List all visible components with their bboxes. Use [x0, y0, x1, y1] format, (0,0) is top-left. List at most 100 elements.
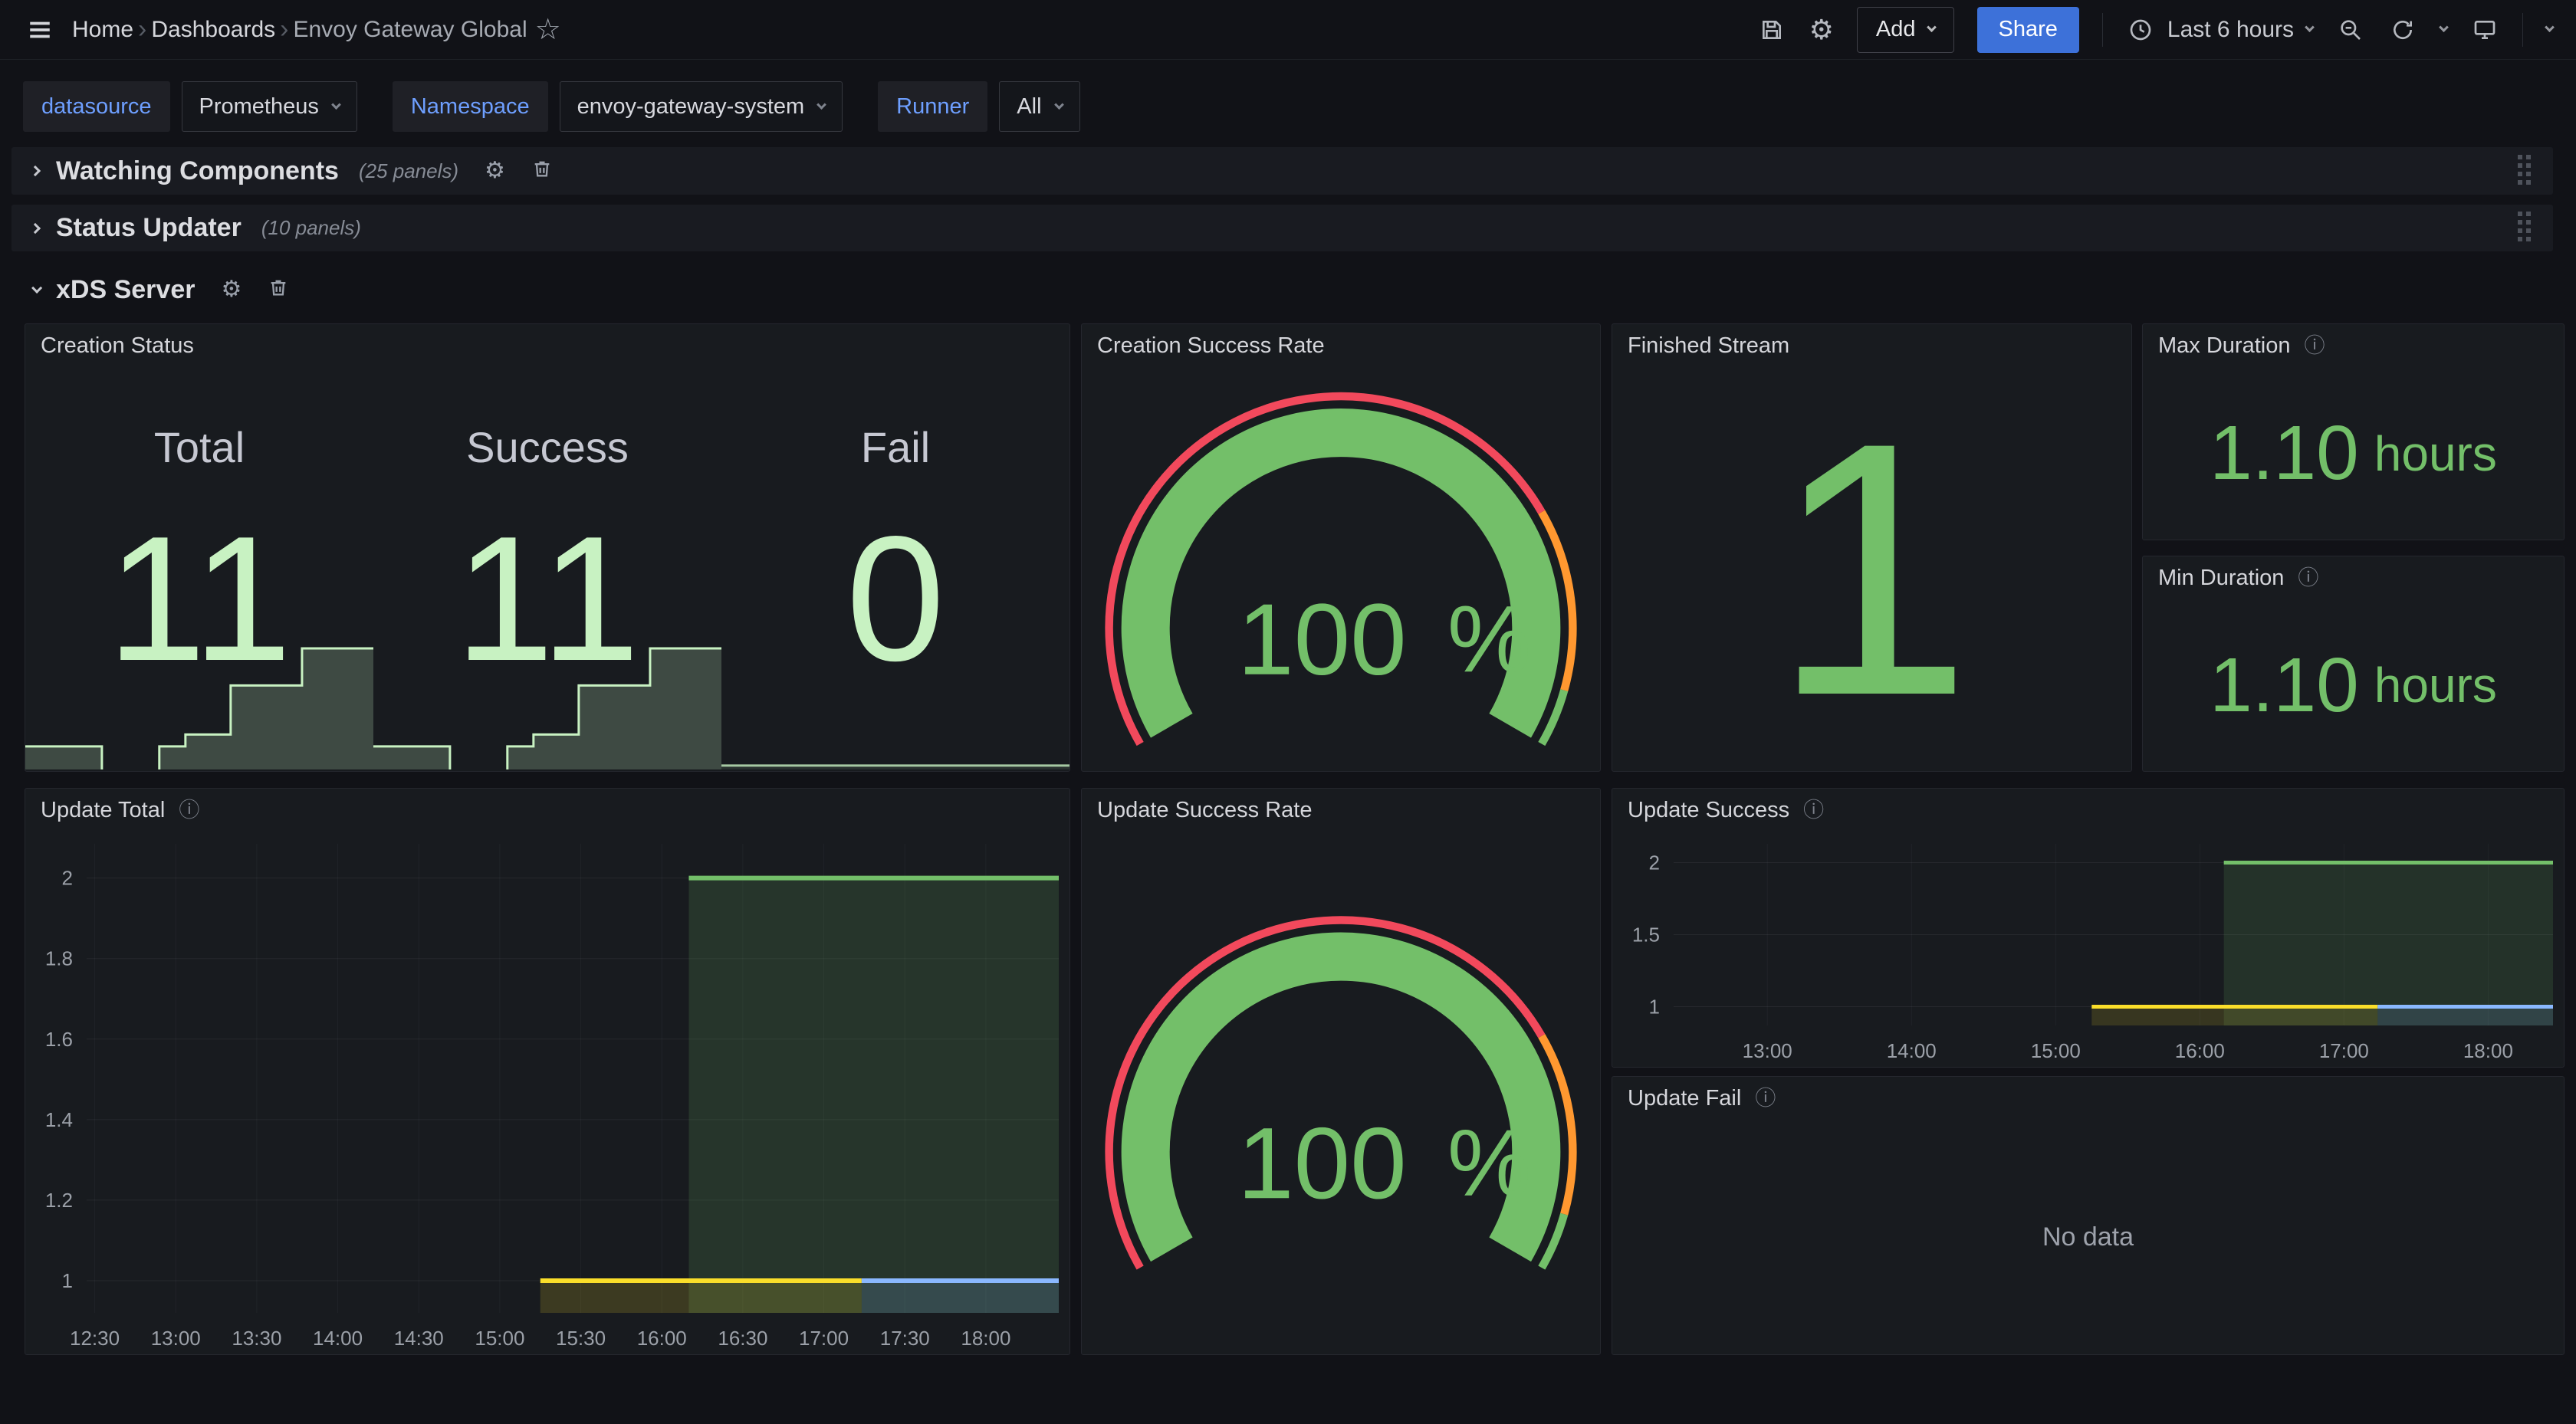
refresh-interval-chevron-icon[interactable] [2439, 22, 2449, 32]
row-drag-handle[interactable] [2516, 153, 2533, 189]
variable-runner-select[interactable]: All [999, 81, 1079, 132]
variable-runner-value: All [1017, 94, 1041, 120]
zoom-out-time-icon[interactable] [2336, 15, 2365, 44]
panel-min-duration: Min Duration ⓘ 1.10 hours [2142, 556, 2564, 772]
panel-title[interactable]: Update Total [41, 798, 165, 823]
svg-text:16:30: 16:30 [718, 1327, 767, 1350]
breadcrumb-dashboards[interactable]: Dashboards [151, 17, 275, 43]
panel-title[interactable]: Creation Success Rate [1097, 333, 1325, 359]
chevron-down-icon [1054, 100, 1064, 110]
stat-value: 0 [846, 510, 945, 688]
svg-text:1.5: 1.5 [1632, 924, 1660, 947]
clock-icon [2126, 15, 2155, 44]
top-nav-bar: Home › Dashboards › Envoy Gateway Global… [0, 0, 2576, 60]
row-status-updater[interactable]: Status Updater (10 panels) [12, 205, 2553, 251]
panel-max-duration: Max Duration ⓘ 1.10 hours [2142, 323, 2564, 540]
svg-text:17:30: 17:30 [880, 1327, 930, 1350]
variable-datasource-select[interactable]: Prometheus [182, 81, 357, 132]
row-title[interactable]: Status Updater [56, 213, 242, 243]
row-title[interactable]: xDS Server [56, 275, 195, 305]
stat-label: Fail [861, 422, 930, 472]
divider [2522, 13, 2523, 47]
row-drag-handle[interactable] [2516, 210, 2533, 246]
divider [2102, 13, 2103, 47]
time-range-label: Last 6 hours [2167, 17, 2294, 43]
stat-total: Total 11 [25, 367, 373, 771]
variable-datasource-label[interactable]: datasource [23, 81, 170, 132]
stat-success: Success 11 [373, 367, 721, 771]
share-button[interactable]: Share [1977, 7, 2079, 53]
info-icon[interactable]: ⓘ [2298, 568, 2318, 589]
svg-text:14:30: 14:30 [394, 1327, 444, 1350]
svg-text:2: 2 [1649, 851, 1660, 874]
panel-title[interactable]: Update Success Rate [1097, 798, 1312, 823]
svg-text:15:00: 15:00 [2031, 1039, 2081, 1062]
svg-text:14:00: 14:00 [313, 1327, 363, 1350]
kiosk-mode-icon[interactable] [2470, 15, 2499, 44]
panel-finished-stream: Finished Stream 1 [1612, 323, 2132, 772]
svg-text:18:00: 18:00 [961, 1327, 1010, 1350]
stat-value: 1.10 [2210, 409, 2359, 497]
svg-text:13:00: 13:00 [1743, 1039, 1792, 1062]
panel-creation-status: Creation Status Total 11 Success 11 Fail… [25, 323, 1070, 772]
toolbar-overflow-chevron-icon[interactable] [2545, 22, 2555, 32]
svg-text:1.4: 1.4 [45, 1108, 73, 1131]
panel-update-total: Update Total ⓘ 12:3013:0013:3014:0014:30… [25, 788, 1070, 1355]
info-icon[interactable]: ⓘ [2304, 336, 2325, 356]
favorite-star-icon[interactable]: ☆ [535, 15, 561, 44]
save-dashboard-icon[interactable] [1757, 15, 1786, 44]
svg-text:%: % [1447, 1111, 1531, 1216]
chevron-down-icon [1927, 22, 1937, 32]
variables-bar: datasource Prometheus Namespace envoy-ga… [23, 81, 1080, 132]
variable-runner: Runner All [878, 81, 1079, 132]
no-data-message: No data [1612, 1120, 2564, 1354]
timeseries-chart[interactable]: 13:0014:0015:0016:0017:0018:0011.52 [1612, 832, 2564, 1067]
add-button[interactable]: Add [1857, 7, 1954, 53]
stat-value: 1 [1772, 389, 1972, 750]
gauge-chart[interactable]: 100% [1082, 367, 1600, 771]
panel-title[interactable]: Update Fail [1628, 1086, 1741, 1111]
svg-text:100: 100 [1237, 583, 1407, 697]
row-delete-trash-icon[interactable] [268, 277, 289, 303]
panel-title[interactable]: Finished Stream [1628, 333, 1789, 359]
row-panel-count: (25 panels) [359, 159, 458, 183]
row-settings-gear-icon[interactable]: ⚙ [221, 278, 242, 301]
row-title[interactable]: Watching Components [56, 156, 339, 186]
panel-title[interactable]: Max Duration [2158, 333, 2290, 359]
info-icon[interactable]: ⓘ [1803, 800, 1824, 821]
dashboard-settings-icon[interactable]: ⚙ [1809, 16, 1834, 44]
svg-text:13:30: 13:30 [232, 1327, 281, 1350]
variable-runner-label[interactable]: Runner [878, 81, 987, 132]
panel-title[interactable]: Min Duration [2158, 566, 2284, 591]
panel-title[interactable]: Creation Status [41, 333, 194, 359]
timeseries-chart[interactable]: 12:3013:0013:3014:0014:3015:0015:3016:00… [25, 832, 1070, 1354]
chevron-down-icon [816, 100, 826, 110]
row-delete-trash-icon[interactable] [531, 158, 553, 184]
gauge-chart[interactable]: 100% [1082, 832, 1600, 1354]
panel-title[interactable]: Update Success [1628, 798, 1789, 823]
info-icon[interactable]: ⓘ [179, 800, 199, 821]
info-icon[interactable]: ⓘ [1755, 1088, 1776, 1109]
svg-text:1.2: 1.2 [45, 1189, 73, 1212]
svg-text:17:00: 17:00 [799, 1327, 849, 1350]
chevron-down-icon [2305, 22, 2315, 32]
refresh-icon[interactable] [2388, 15, 2417, 44]
row-watching-components[interactable]: Watching Components (25 panels) ⚙ [12, 147, 2553, 195]
svg-text:%: % [1447, 587, 1531, 692]
breadcrumb-current-dashboard[interactable]: Envoy Gateway Global [293, 17, 527, 43]
time-range-picker[interactable]: Last 6 hours [2126, 15, 2313, 44]
variable-namespace-select[interactable]: envoy-gateway-system [560, 81, 843, 132]
panel-update-success-rate: Update Success Rate 100% [1081, 788, 1601, 1355]
row-xds-server[interactable]: xDS Server ⚙ [12, 267, 309, 312]
add-button-label: Add [1876, 17, 1916, 42]
svg-text:1.8: 1.8 [45, 947, 73, 970]
breadcrumb-home[interactable]: Home [72, 17, 133, 43]
row-settings-gear-icon[interactable]: ⚙ [485, 159, 505, 182]
variable-namespace-label[interactable]: Namespace [393, 81, 548, 132]
svg-text:15:30: 15:30 [556, 1327, 606, 1350]
chevron-down-icon [331, 100, 341, 110]
variable-namespace-value: envoy-gateway-system [577, 94, 805, 120]
menu-icon[interactable] [23, 13, 57, 47]
svg-text:13:00: 13:00 [151, 1327, 201, 1350]
breadcrumb: Home › Dashboards › Envoy Gateway Global… [72, 15, 561, 44]
